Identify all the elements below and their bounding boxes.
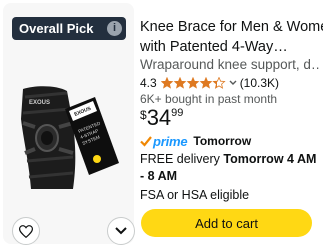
chevron-down-icon bbox=[115, 227, 127, 235]
prime-day: Tomorrow bbox=[193, 134, 252, 148]
rating-value: 4.3 bbox=[140, 76, 157, 90]
star-rating[interactable] bbox=[160, 77, 226, 89]
product-title-line-1[interactable]: Knee Brace for Men & Women bbox=[140, 17, 323, 37]
save-to-list-button[interactable] bbox=[12, 217, 40, 245]
prime-logo: prime bbox=[153, 133, 188, 149]
knee-brace-product-image[interactable]: EXOUS EXOUS PATENTED 4-STRAP SYSTEM bbox=[17, 83, 122, 193]
product-image-panel[interactable]: Overall Pick i EXOUS EXOUS PATENTED 4-ST… bbox=[3, 3, 135, 245]
delivery-info: FREE delivery Tomorrow 4 AM - 8 AM bbox=[140, 151, 318, 185]
add-to-cart-button[interactable]: Add to cart bbox=[141, 209, 312, 237]
brace-logo-text: EXOUS bbox=[29, 100, 50, 106]
price-whole: 34 bbox=[146, 105, 172, 130]
prime-badge-row: prime Tomorrow bbox=[140, 133, 252, 149]
review-count[interactable]: (10.3K) bbox=[240, 76, 279, 90]
rating-row[interactable]: 4.3 (10.3K) bbox=[140, 76, 279, 90]
overall-pick-label: Overall Pick bbox=[19, 21, 94, 36]
product-card[interactable]: Overall Pick i EXOUS EXOUS PATENTED 4-ST… bbox=[0, 0, 325, 250]
stars-icon bbox=[160, 77, 225, 89]
price-fraction: 99 bbox=[171, 107, 184, 119]
rating-chevron-icon bbox=[229, 80, 237, 85]
heart-icon bbox=[19, 224, 33, 238]
product-title-line-2[interactable]: with Patented 4-Way… bbox=[140, 37, 323, 57]
product-subtitle: Wraparound knee support, d… bbox=[140, 57, 320, 72]
price-symbol: $ bbox=[140, 108, 147, 122]
product-title[interactable]: Knee Brace for Men & Women with Patented… bbox=[140, 17, 323, 57]
fsa-eligible: FSA or HSA eligible bbox=[140, 188, 250, 202]
price: $ 34 99 bbox=[140, 104, 183, 132]
prime-check-icon bbox=[140, 136, 152, 147]
overall-pick-badge: Overall Pick i bbox=[12, 17, 126, 40]
delivery-prefix: FREE delivery bbox=[140, 152, 224, 166]
info-icon[interactable]: i bbox=[107, 21, 122, 36]
more-options-button[interactable] bbox=[107, 217, 135, 245]
